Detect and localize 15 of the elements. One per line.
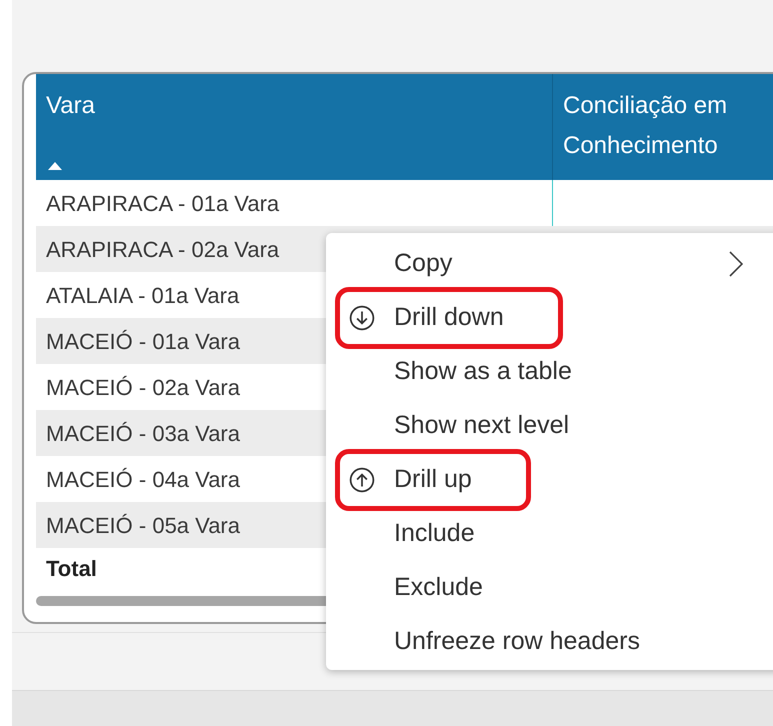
menu-item[interactable]: Include xyxy=(394,510,475,558)
chevron-right-icon xyxy=(729,251,743,277)
column-header[interactable]: Conciliação em Conhecimento xyxy=(563,86,773,166)
arrow-up-circle-icon xyxy=(349,467,375,493)
column-header[interactable]: Vara xyxy=(46,86,95,126)
menu-item[interactable]: Copy xyxy=(394,240,452,288)
menu-item[interactable]: Exclude xyxy=(394,564,483,612)
total-label: Total xyxy=(46,554,97,582)
sort-ascending-icon[interactable] xyxy=(48,162,62,170)
menu-item[interactable]: Show as a table xyxy=(394,348,572,396)
arrow-down-circle-icon xyxy=(349,305,375,331)
menu-item[interactable]: Unfreeze row headers xyxy=(394,618,640,666)
menu-item[interactable]: Drill up xyxy=(394,456,472,504)
menu-item[interactable]: Show next level xyxy=(394,402,570,450)
menu-item[interactable]: Drill down xyxy=(394,294,504,342)
